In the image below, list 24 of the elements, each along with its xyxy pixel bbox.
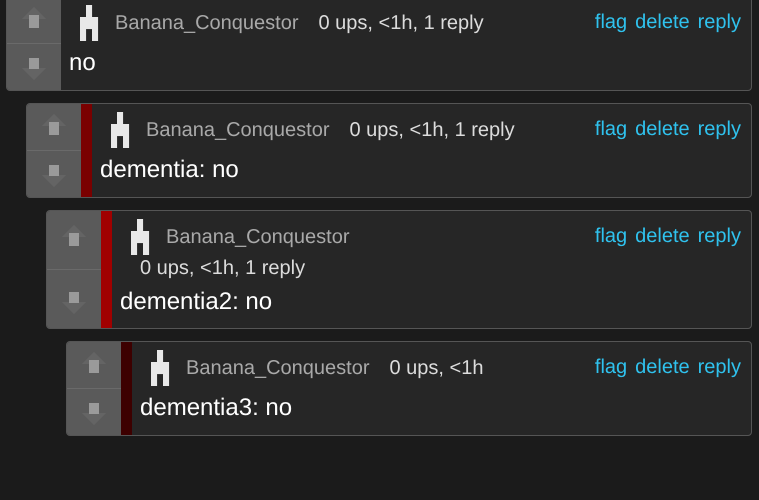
username-link[interactable]: Banana_Conquestor [115, 12, 298, 34]
action-link[interactable]: reply [698, 356, 741, 379]
action-link[interactable]: flag [594, 11, 628, 34]
username-link[interactable]: Banana_Conquestor [166, 226, 350, 248]
action-link[interactable]: delete [635, 11, 690, 34]
action-link[interactable]: reply [698, 118, 741, 141]
comment-text: dementia: no [100, 156, 240, 184]
comment-text: dementia3: no [140, 394, 294, 422]
comment-meta: 0 ups, <1h, 1 reply [318, 12, 484, 34]
action-link[interactable]: delete [635, 356, 690, 379]
action-link[interactable]: flag [594, 225, 628, 248]
comment-text: dementia2: no [120, 288, 274, 316]
comment-meta: 0 ups, <1h [389, 356, 484, 380]
comment-text: no [69, 49, 97, 77]
action-link[interactable]: delete [635, 225, 690, 248]
action-link[interactable]: flag [594, 118, 628, 141]
action-link[interactable]: reply [698, 225, 741, 248]
username-link[interactable]: Banana_Conquestor [186, 356, 370, 380]
action-link[interactable]: reply [698, 11, 741, 34]
action-link[interactable]: flag [594, 356, 628, 379]
action-link[interactable]: delete [635, 118, 690, 141]
comment-meta: 0 ups, <1h, 1 reply [140, 257, 306, 280]
username-link[interactable]: Banana_Conquestor [146, 118, 330, 142]
comment-meta: 0 ups, <1h, 1 reply [349, 118, 515, 142]
